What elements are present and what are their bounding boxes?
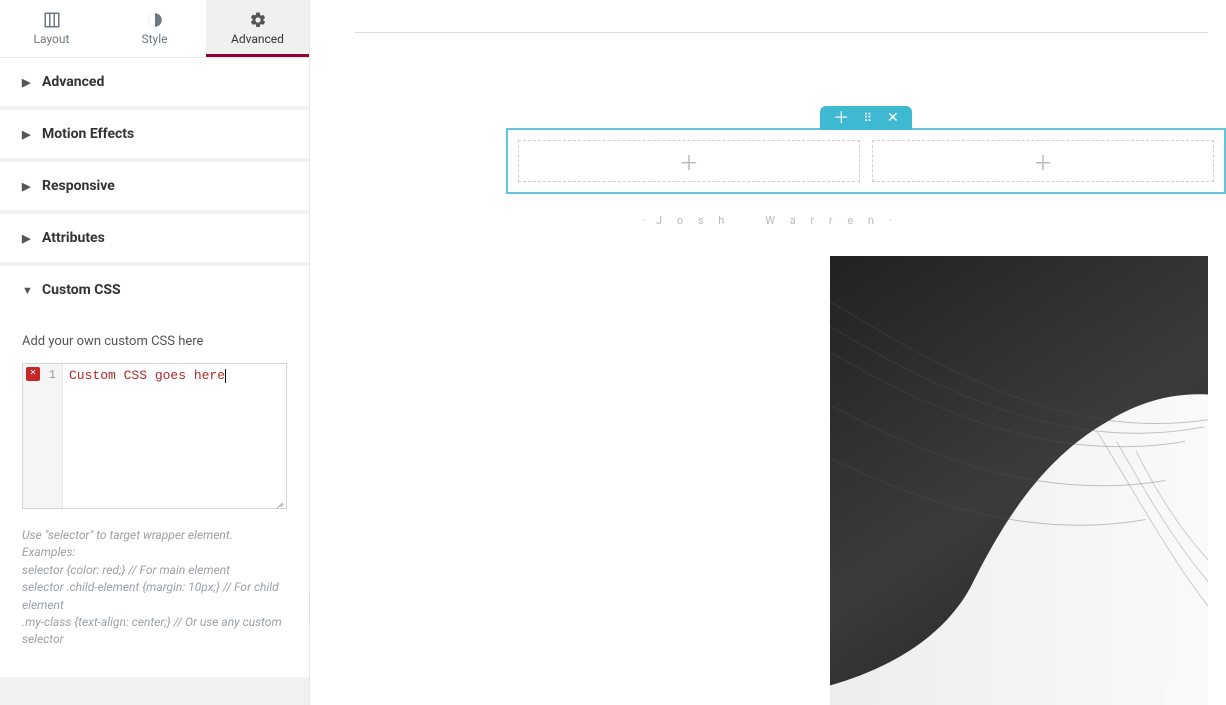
plus-icon: ＋ (1033, 147, 1053, 176)
author-last: W a r r e n (765, 214, 880, 227)
author-caption: · J o s h W a r r e n · (310, 214, 1226, 227)
add-section-button[interactable]: ＋ (833, 110, 849, 126)
canvas-preview: ＋ ⠿ ✕ ＋ ＋ · J o s h W a r r e n · (310, 0, 1226, 705)
section-box: ＋ ＋ (506, 128, 1226, 194)
caret-right-icon: ▶ (22, 76, 32, 89)
hint-line-2: selector {color: red;} // For main eleme… (22, 562, 287, 579)
section-custom-css-label: Custom CSS (42, 282, 121, 298)
line-number: 1 (23, 368, 56, 382)
section-responsive[interactable]: ▶ Responsive (0, 162, 309, 214)
tab-style[interactable]: Style (103, 0, 206, 57)
hero-image (830, 256, 1208, 705)
code-gutter: ✕ 1 (23, 364, 63, 508)
hint-line-3: selector .child-element {margin: 10px;} … (22, 579, 287, 614)
section-attributes[interactable]: ▶ Attributes (0, 214, 309, 266)
section-motion-effects[interactable]: ▶ Motion Effects (0, 110, 309, 162)
tab-layout[interactable]: Layout (0, 0, 103, 57)
column-add-right[interactable]: ＋ (872, 140, 1214, 182)
editor-sidebar: Layout Style Advanced ▶ Advanced ▶ Motio… (0, 0, 310, 705)
editor-tabs: Layout Style Advanced (0, 0, 309, 58)
tab-advanced[interactable]: Advanced (206, 0, 309, 57)
author-first: J o s h (656, 214, 730, 227)
caret-right-icon: ▶ (22, 180, 32, 193)
layout-icon (43, 11, 61, 29)
code-content: Custom CSS goes here (69, 368, 225, 383)
portrait-image-svg (830, 256, 1208, 705)
section-handle: ＋ ⠿ ✕ (820, 106, 912, 130)
drag-handle-icon[interactable]: ⠿ (863, 112, 873, 124)
tab-layout-label: Layout (34, 32, 70, 46)
code-area[interactable]: Custom CSS goes here (63, 364, 286, 508)
section-responsive-label: Responsive (42, 178, 115, 194)
section-advanced-label: Advanced (42, 74, 104, 90)
custom-css-editor[interactable]: ✕ 1 Custom CSS goes here (22, 363, 287, 509)
resize-handle[interactable] (273, 495, 285, 507)
caret-down-icon: ▼ (22, 284, 32, 297)
selected-section[interactable]: ＋ ⠿ ✕ ＋ ＋ (506, 128, 1226, 194)
custom-css-field-label: Add your own custom CSS here (22, 334, 287, 349)
hint-line-1: Use "selector" to target wrapper element… (22, 527, 287, 562)
caret-right-icon: ▶ (22, 232, 32, 245)
column-add-left[interactable]: ＋ (518, 140, 860, 182)
delete-section-button[interactable]: ✕ (887, 111, 899, 125)
divider (355, 32, 1208, 33)
section-motion-effects-label: Motion Effects (42, 126, 134, 142)
hint-line-4: .my-class {text-align: center;} // Or us… (22, 614, 287, 649)
advanced-panel: ▶ Advanced ▶ Motion Effects ▶ Responsive… (0, 58, 309, 705)
section-custom-css[interactable]: ▼ Custom CSS (0, 266, 309, 314)
caret-right-icon: ▶ (22, 128, 32, 141)
tab-advanced-label: Advanced (231, 32, 284, 46)
section-advanced[interactable]: ▶ Advanced (0, 58, 309, 110)
custom-css-hint: Use "selector" to target wrapper element… (22, 527, 287, 649)
text-cursor (225, 369, 226, 383)
style-icon (146, 11, 164, 29)
section-attributes-label: Attributes (42, 230, 105, 246)
plus-icon: ＋ (679, 147, 699, 176)
tab-style-label: Style (141, 32, 167, 46)
custom-css-body: Add your own custom CSS here ✕ 1 Custom … (0, 314, 309, 677)
gear-icon (249, 11, 267, 29)
